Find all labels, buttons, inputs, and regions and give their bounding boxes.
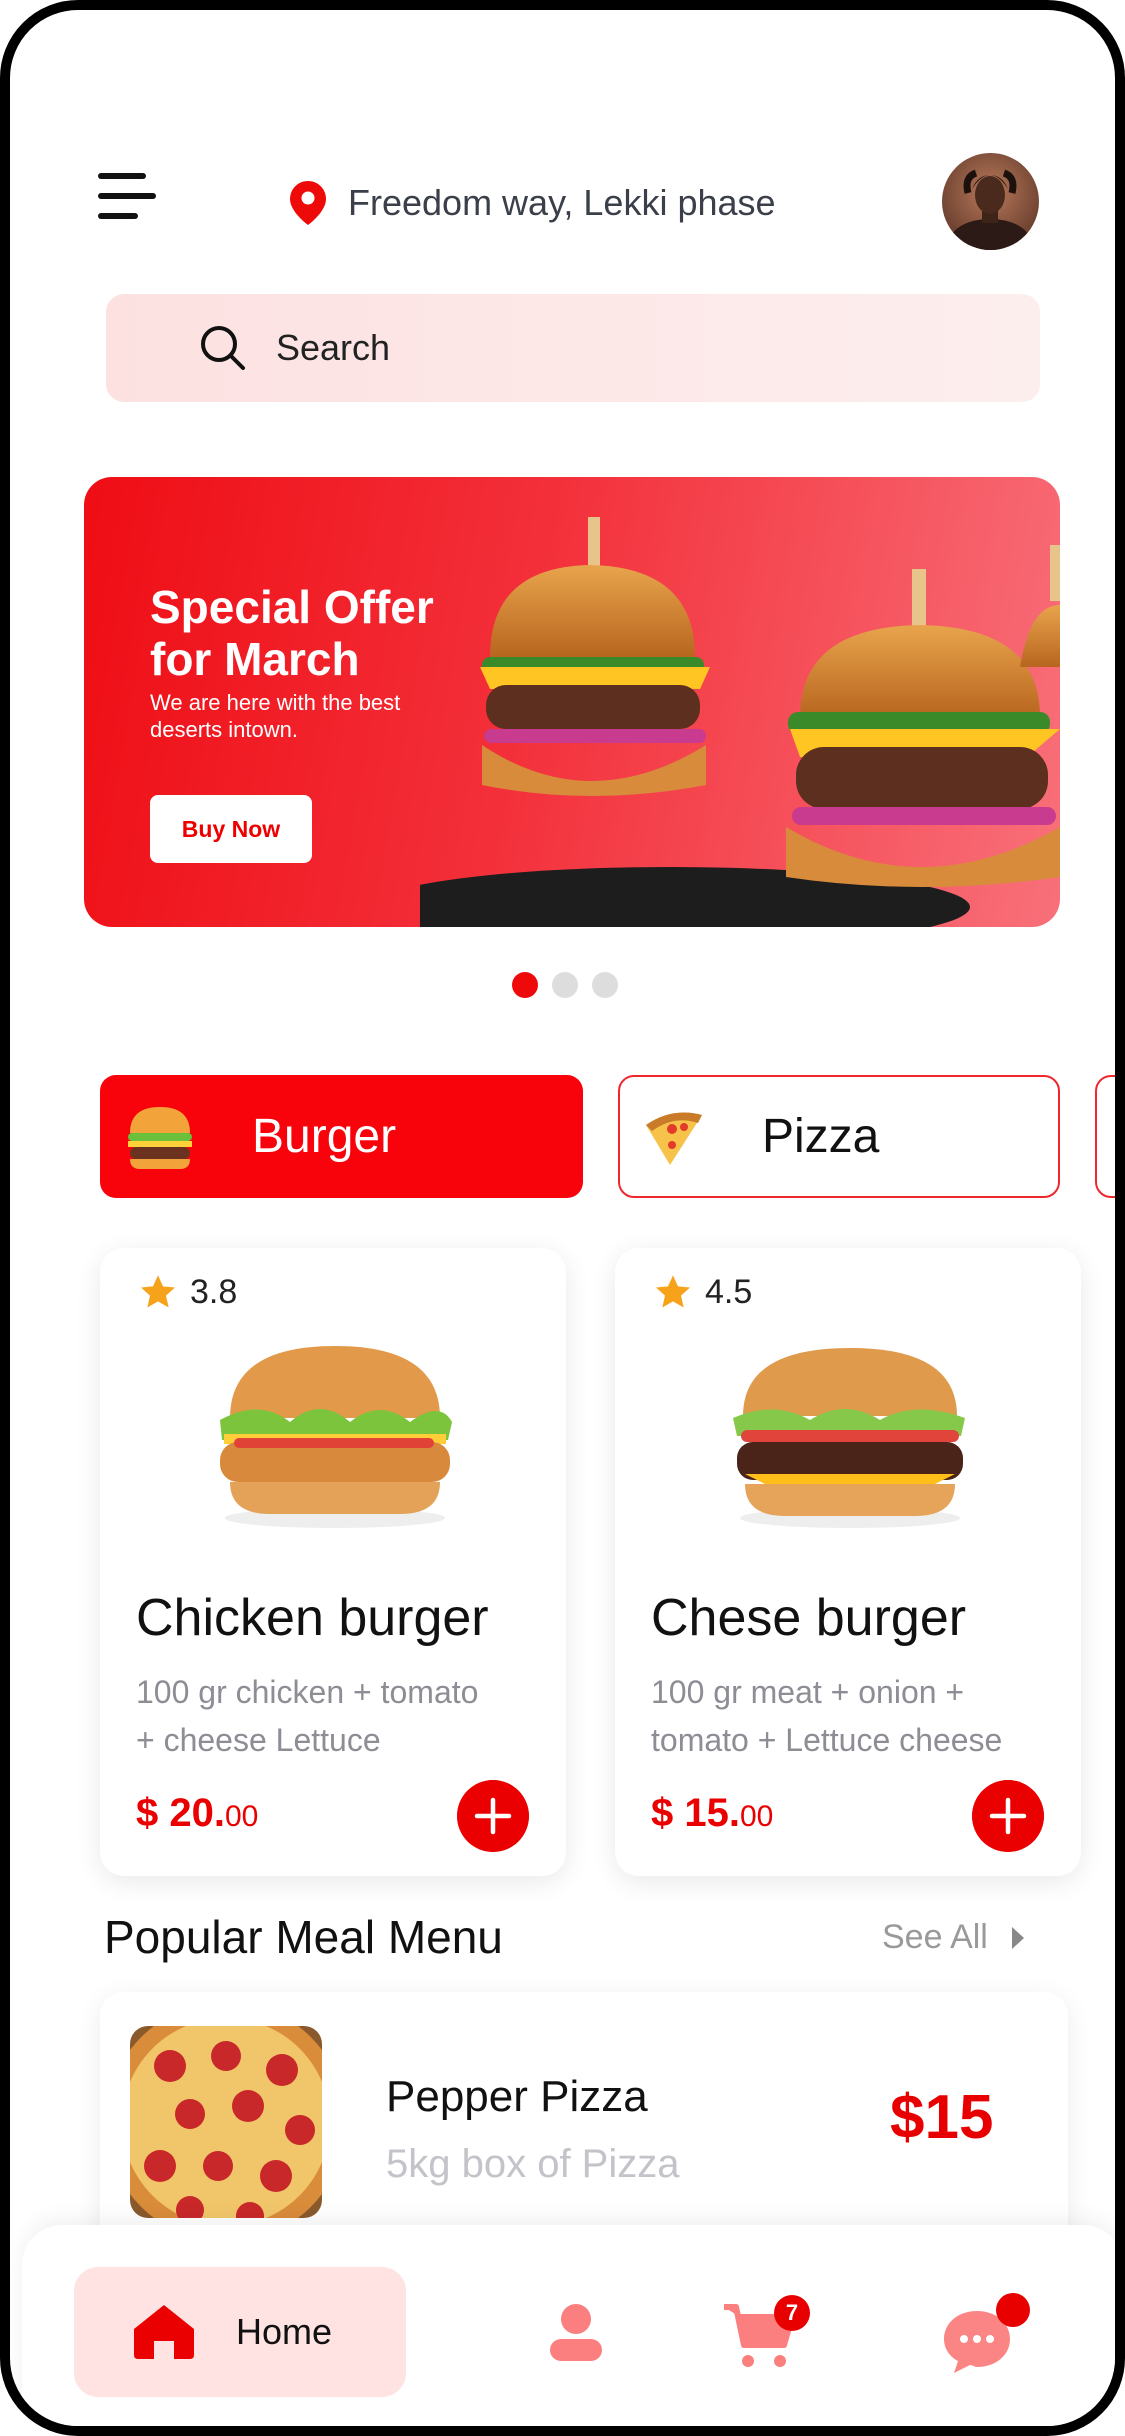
search-input[interactable] bbox=[274, 326, 878, 370]
food-price: $ 15.00 bbox=[651, 1791, 774, 1835]
buy-now-button[interactable]: Buy Now bbox=[150, 795, 312, 863]
carousel-indicator bbox=[512, 972, 618, 998]
star-icon bbox=[141, 1275, 175, 1308]
add-to-cart-button[interactable] bbox=[972, 1780, 1044, 1852]
carousel-dot[interactable] bbox=[592, 972, 618, 998]
see-all-label: See All bbox=[882, 1918, 988, 1956]
pepper-pizza-image bbox=[130, 2026, 322, 2218]
food-price: $ 20.00 bbox=[136, 1791, 259, 1835]
food-description: 100 gr chicken + tomato + cheese Lettuce bbox=[136, 1674, 479, 1758]
profile-icon[interactable] bbox=[548, 2301, 604, 2363]
category-next[interactable] bbox=[1095, 1075, 1115, 1198]
nav-cart[interactable]: 7 bbox=[722, 2295, 812, 2375]
chevron-right-icon bbox=[1011, 1926, 1024, 1949]
phone-frame: Freedom way, Lekki phase Search Special … bbox=[0, 0, 1125, 2436]
food-name: Chese burger bbox=[651, 1589, 967, 1647]
food-name: Chicken burger bbox=[136, 1589, 489, 1647]
location-pin-icon bbox=[290, 181, 326, 225]
location-text: Freedom way, Lekki phase bbox=[348, 182, 776, 223]
burgers-image bbox=[420, 517, 1060, 927]
rating-value: 3.8 bbox=[190, 1272, 238, 1311]
add-to-cart-button[interactable] bbox=[457, 1780, 529, 1852]
star-icon bbox=[656, 1275, 690, 1308]
nav-home[interactable]: Home bbox=[74, 2267, 406, 2397]
see-all-link[interactable]: See All bbox=[882, 1918, 1026, 1957]
category-burger[interactable]: Burger bbox=[100, 1075, 583, 1198]
meal-price: $15 bbox=[890, 2083, 994, 2152]
pizza-slice-icon bbox=[646, 1112, 702, 1165]
search-icon bbox=[201, 326, 245, 370]
category-label: Pizza bbox=[762, 1110, 880, 1163]
banner-title: Special Offer for March bbox=[150, 581, 434, 685]
location-selector[interactable]: Freedom way, Lekki phase bbox=[290, 178, 776, 228]
carousel-dot[interactable] bbox=[552, 972, 578, 998]
banner-subtitle: We are here with the best deserts intown… bbox=[150, 690, 401, 742]
search-bar[interactable] bbox=[106, 294, 1040, 402]
chicken-burger-image bbox=[220, 1346, 452, 1528]
section-title: Popular Meal Menu bbox=[104, 1911, 503, 1963]
promo-banner[interactable]: Special Offer for March We are here with… bbox=[84, 477, 1060, 927]
carousel-dot[interactable] bbox=[512, 972, 538, 998]
food-card[interactable]: 3.8 Chicken burger 100 gr chicken + toma… bbox=[100, 1248, 566, 1876]
nav-home-label: Home bbox=[236, 2311, 333, 2352]
cart-count-badge: 7 bbox=[774, 2295, 810, 2331]
food-card[interactable]: 4.5 Chese burger 100 gr meat + onion + t… bbox=[615, 1248, 1081, 1876]
category-label: Burger bbox=[252, 1110, 397, 1163]
rating: 4.5 bbox=[653, 1272, 752, 1312]
meal-name: Pepper Pizza bbox=[386, 2072, 648, 2121]
burger-icon bbox=[128, 1106, 192, 1169]
hamburger-menu-icon[interactable] bbox=[98, 173, 162, 221]
rating-value: 4.5 bbox=[705, 1272, 753, 1311]
bottom-navigation: Home 7 bbox=[22, 2225, 1115, 2426]
category-pizza[interactable]: Pizza bbox=[618, 1075, 1060, 1198]
nav-messages[interactable] bbox=[942, 2293, 1032, 2377]
notification-dot bbox=[996, 2293, 1030, 2327]
avatar[interactable] bbox=[942, 153, 1039, 250]
food-description: 100 gr meat + onion + tomato + Lettuce c… bbox=[651, 1674, 1003, 1758]
cheese-burger-image bbox=[733, 1348, 965, 1528]
meal-subtitle: 5kg box of Pizza bbox=[386, 2142, 680, 2186]
home-icon bbox=[134, 2305, 194, 2359]
rating: 3.8 bbox=[138, 1272, 237, 1312]
